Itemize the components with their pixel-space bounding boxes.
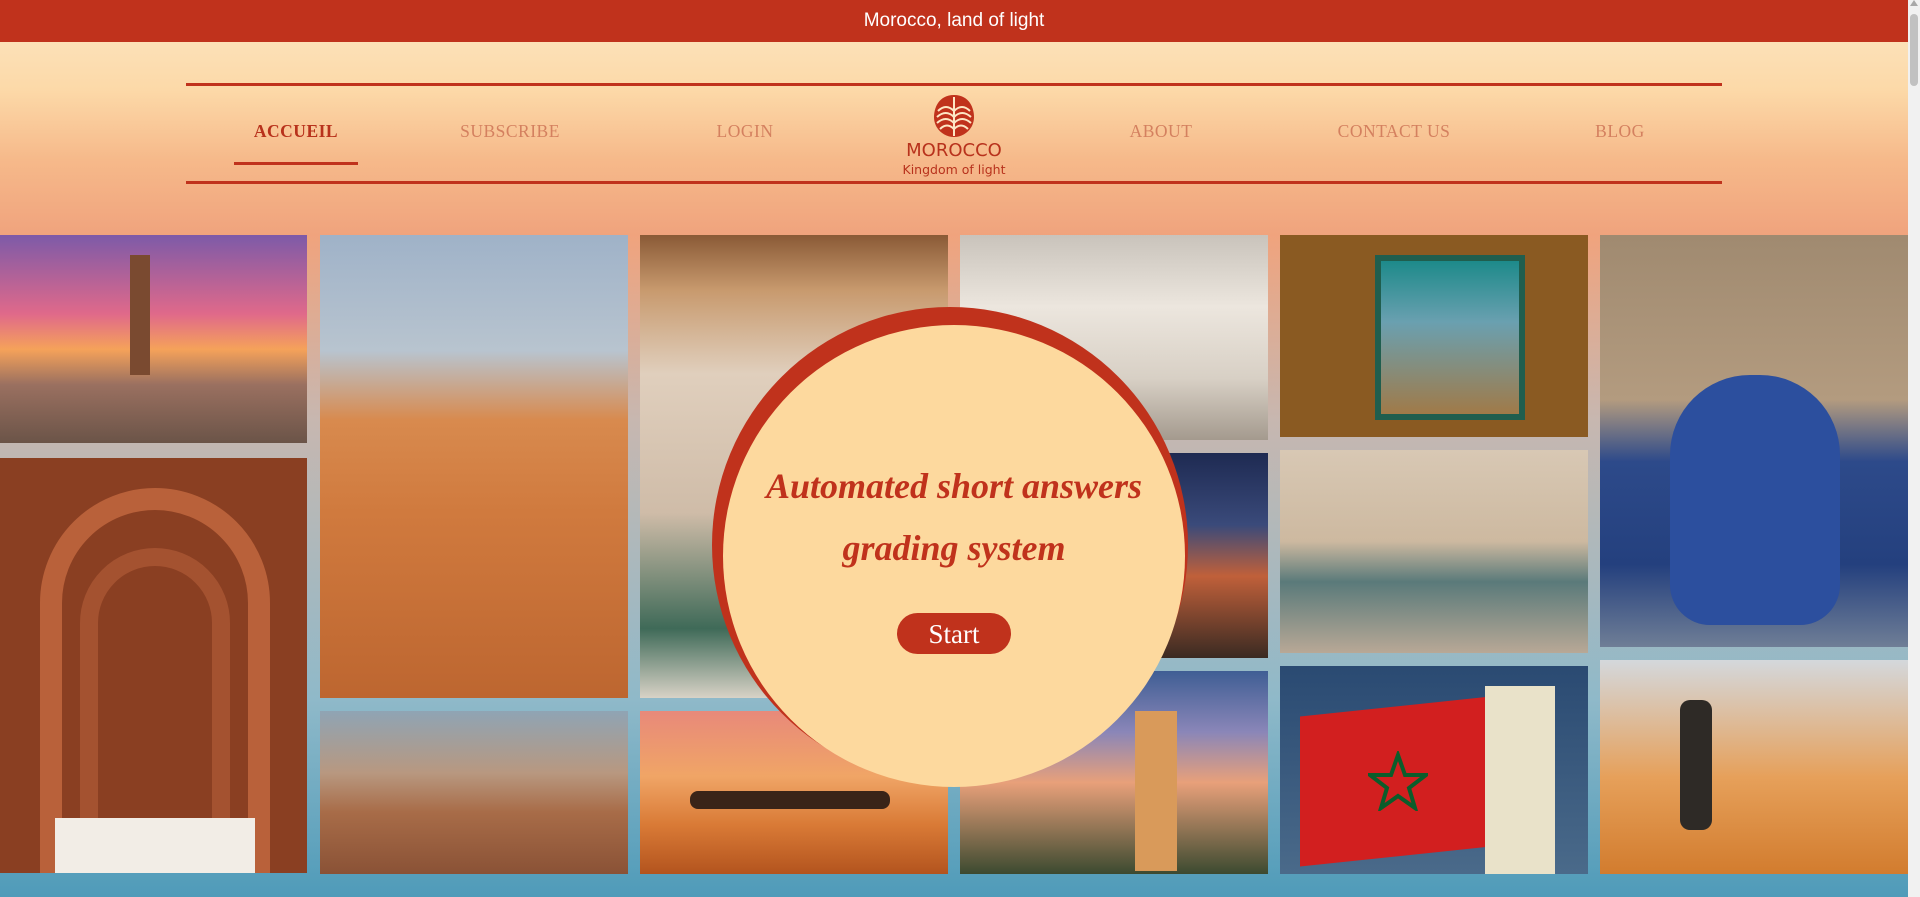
ait-benhaddou-photo — [320, 711, 628, 874]
hero-title: Automated short answers grading system — [740, 455, 1168, 579]
vertical-scrollbar[interactable] — [1908, 0, 1920, 897]
tuareg-man-photo — [1600, 235, 1908, 647]
sahara-dunes-photo — [320, 235, 628, 698]
koutoubia-sunset-photo — [0, 235, 307, 443]
flag-star-icon — [1368, 751, 1428, 811]
tinmel-arches-photo — [0, 458, 307, 873]
hero-title-line-1: Automated short answers — [765, 466, 1143, 506]
zellige-window-photo — [1280, 235, 1588, 437]
scrollbar-thumb[interactable] — [1910, 14, 1918, 86]
start-button[interactable]: Start — [897, 613, 1011, 654]
moroccan-flag-photo — [1280, 666, 1588, 874]
scroll-up-arrow-icon[interactable] — [1910, 0, 1918, 6]
ben-youssef-madrasa-photo — [1280, 450, 1588, 653]
hero-title-line-2: grading system — [842, 528, 1066, 568]
desert-sandboard-photo — [1600, 660, 1908, 874]
